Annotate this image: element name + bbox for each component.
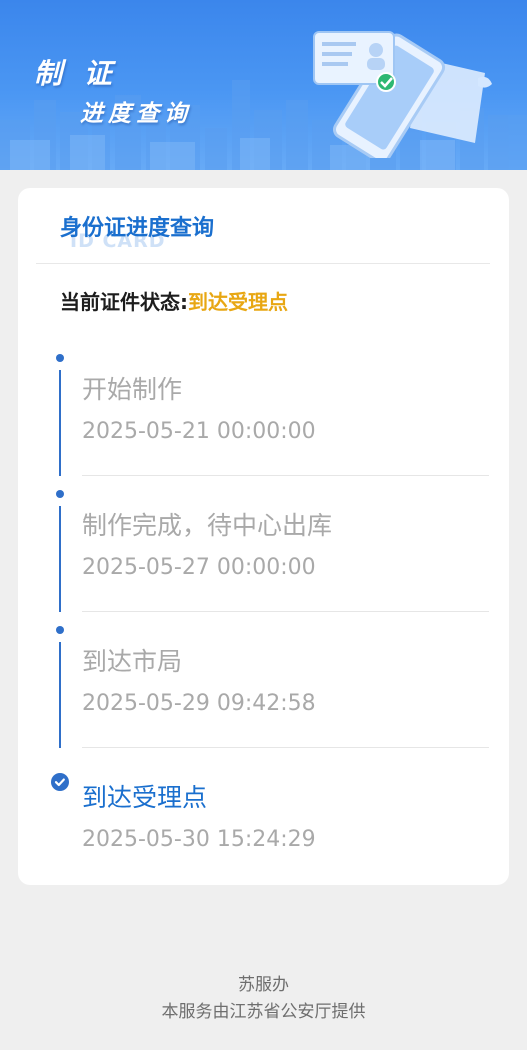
- banner-subtitle: 进度查询: [80, 101, 192, 127]
- step-time: 2025-05-27 00:00:00: [82, 555, 316, 580]
- status-value: 到达受理点: [188, 290, 288, 314]
- check-circle-icon: [51, 773, 69, 791]
- step-title: 到达市局: [82, 647, 183, 676]
- step-title: 制作完成，待中心出库: [82, 511, 333, 540]
- timeline-line: [59, 506, 61, 612]
- step-title-current: 到达受理点: [82, 783, 208, 812]
- status-label: 当前证件状态:: [60, 290, 188, 314]
- timeline-dot: [56, 490, 64, 498]
- timeline-dot: [56, 626, 64, 634]
- footer-brand: 苏服办: [238, 975, 289, 995]
- timeline-line: [59, 370, 61, 476]
- step-divider: [82, 747, 489, 748]
- progress-card: ID CARD 身份证进度查询 当前证件状态:到达受理点 开始制作 2025-0…: [18, 188, 509, 885]
- step-title: 开始制作: [82, 375, 183, 404]
- header-banner: 制 证 进度查询: [0, 0, 527, 170]
- current-status: 当前证件状态:到达受理点: [60, 286, 288, 315]
- card-header: ID CARD 身份证进度查询: [60, 208, 360, 258]
- card-title: 身份证进度查询: [60, 216, 215, 241]
- timeline-dot: [56, 354, 64, 362]
- footer-provider: 本服务由江苏省公安厅提供: [161, 1002, 366, 1022]
- banner-title: 制 证: [34, 57, 118, 90]
- header-divider: [36, 263, 490, 264]
- timeline-line: [59, 642, 61, 748]
- step-time: 2025-05-21 00:00:00: [82, 419, 316, 444]
- phone-id-card-illustration: [313, 31, 492, 158]
- step-time: 2025-05-30 15:24:29: [82, 827, 316, 852]
- step-divider: [82, 611, 489, 612]
- step-divider: [82, 475, 489, 476]
- step-time: 2025-05-29 09:42:58: [82, 691, 316, 716]
